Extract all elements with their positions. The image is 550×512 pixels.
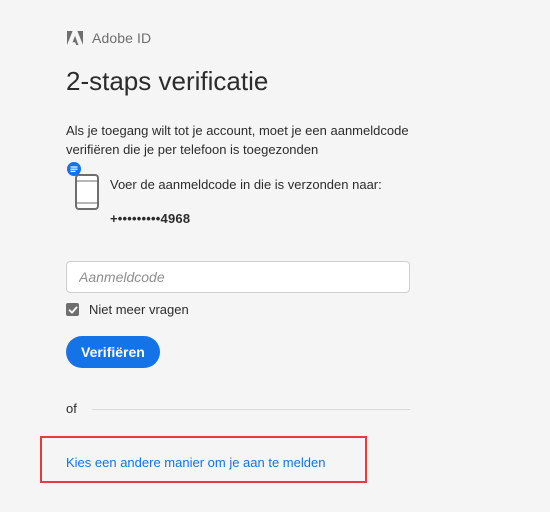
brand-header: Adobe ID: [67, 30, 151, 46]
adobe-logo-icon: [67, 31, 83, 45]
verify-button[interactable]: Verifiëren: [66, 336, 160, 368]
or-divider-label: of: [66, 401, 77, 416]
checkmark-icon: [68, 306, 78, 313]
device-instruction: Voer de aanmeldcode in die is verzonden …: [110, 177, 382, 192]
alternative-signin-link[interactable]: Kies een andere manier om je aan te meld…: [66, 455, 325, 470]
message-badge-icon: [67, 162, 81, 176]
verification-code-input[interactable]: [66, 261, 410, 293]
remember-device-checkbox[interactable]: [66, 303, 79, 316]
masked-phone-number: +•••••••••4968: [110, 211, 191, 226]
remember-device-label: Niet meer vragen: [89, 302, 189, 317]
remember-device-checkbox-row[interactable]: Niet meer vragen: [66, 302, 189, 317]
brand-name: Adobe ID: [92, 30, 152, 46]
phone-icon: [67, 162, 99, 210]
divider-line: [92, 409, 410, 410]
page-description: Als je toegang wilt tot je account, moet…: [66, 123, 409, 157]
page-title: 2-staps verificatie: [66, 66, 269, 96]
